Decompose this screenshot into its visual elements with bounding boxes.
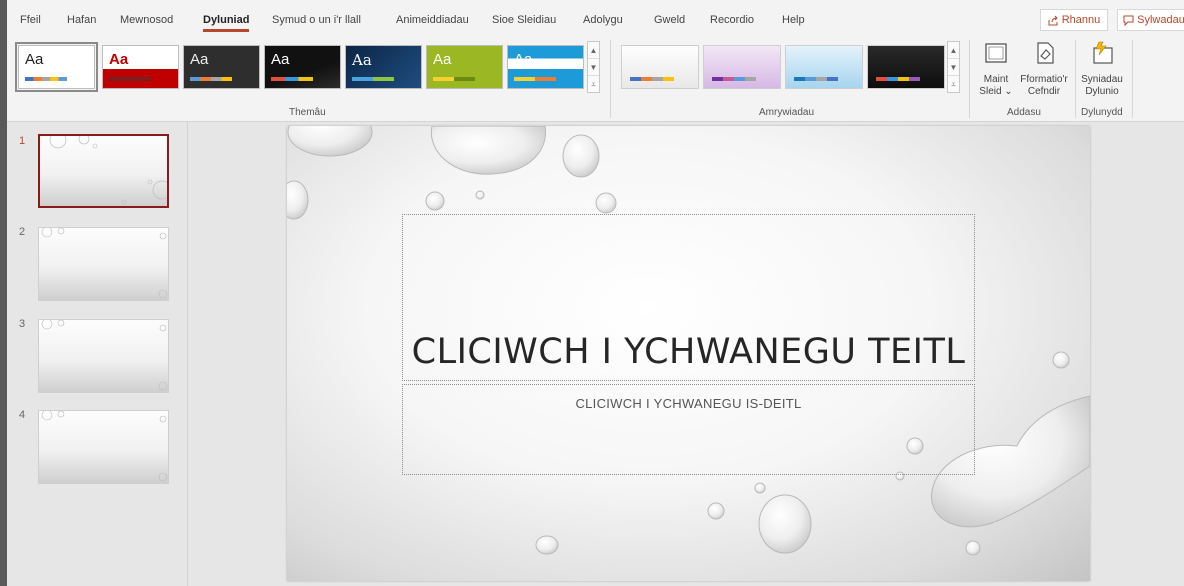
format-background-icon [1037,42,1054,64]
designer-group-label: Dylunydd [1081,107,1123,118]
share-button[interactable]: Rhannu [1040,9,1108,31]
slide-title: CLICIWCH I YCHWANEGU TEITL [411,332,966,372]
scroll-down-icon[interactable]: ▼ [948,59,959,76]
slide-thumbnails-pane: 1 2 3 4 [7,122,188,586]
slide-thumbnail-3[interactable] [38,319,169,393]
variants-group-label: Amrywiadau [759,107,815,118]
comments-button[interactable]: Sylwadau [1117,9,1184,31]
slide-thumbnail-2[interactable] [38,227,169,301]
tab-file[interactable]: Ffeil [20,14,41,26]
design-ideas-label-2: Dylunio [1085,86,1119,97]
theme-office[interactable]: Aa [15,42,98,92]
gallery-more-icon[interactable]: ⩡ [948,76,959,93]
slide-thumbnail-1[interactable] [38,134,169,208]
slide-subtitle: CLICIWCH I YCHWANEGU IS-DEITL [575,396,802,411]
tab-transitions[interactable]: Symud o un i'r llall [272,14,361,26]
variants-gallery-scroll[interactable]: ▲ ▼ ⩡ [947,41,960,93]
format-background-button[interactable]: Fformatio'r Cefndir [1016,40,1072,98]
theme-green[interactable]: Aa [426,45,503,89]
theme-red[interactable]: Aa [102,45,179,89]
variant-1[interactable] [621,45,699,89]
tab-insert[interactable]: Mewnosod [120,14,173,26]
ribbon-tabs: Ffeil Hafan Mewnosod Dyluniad Symud o un… [7,0,1184,36]
thumb-number-1: 1 [19,135,26,147]
tab-view[interactable]: Gweld [654,14,685,26]
thumb-number-3: 3 [19,318,26,330]
tab-home[interactable]: Hafan [67,14,96,26]
thumb-drops-graphic [41,320,168,391]
theme-dark-gray[interactable]: Aa [183,45,260,89]
slide-size-button[interactable]: Maint Sleid ⌄ [974,40,1018,98]
variant-3[interactable] [785,45,863,89]
gallery-more-icon[interactable]: ⩡ [588,76,599,93]
variant-2[interactable] [703,45,781,89]
slide-size-label-1: Maint [983,74,1009,85]
design-ribbon: Aa Aa Aa Aa Aa Aa Aa ▲ ▼ ⩡ Themâu ▲ ▼ ⩡ … [7,36,1184,122]
design-ideas-button[interactable]: Syniadau Dylunio [1077,40,1127,98]
comments-label: Sylwadau [1137,14,1184,26]
thumb-drops-graphic [49,136,167,205]
scroll-down-icon[interactable]: ▼ [588,59,599,76]
variant-4[interactable] [867,45,945,89]
tab-slideshow[interactable]: Sioe Sleidiau [492,14,556,26]
themes-group-label: Themâu [289,107,326,118]
format-background-label-1: Fformatio'r [1020,74,1068,85]
design-ideas-icon [1093,41,1113,64]
tab-record[interactable]: Recordio [710,14,754,26]
theme-blue[interactable]: Aa [507,45,584,89]
slide-canvas[interactable]: CLICIWCH I YCHWANEGU TEITL CLICIWCH I YC… [287,126,1090,581]
tab-design[interactable]: Dyluniad [203,14,250,32]
thumb-number-4: 4 [19,409,26,421]
thumb-number-2: 2 [19,226,26,238]
window-left-edge [0,0,7,586]
theme-navy[interactable]: Aa [345,45,422,89]
format-background-label-2: Cefndir [1027,86,1061,97]
share-icon [1048,15,1058,25]
theme-black-stripes[interactable]: Aa [264,45,341,89]
slide-thumbnail-4[interactable] [38,410,169,484]
thumb-drops-graphic [41,411,168,482]
title-placeholder[interactable]: CLICIWCH I YCHWANEGU TEITL [402,214,975,381]
scroll-up-icon[interactable]: ▲ [948,42,959,59]
comment-icon [1123,15,1134,26]
slide-size-icon [985,43,1007,63]
slide-size-label-2: Sleid ⌄ [979,86,1013,97]
subtitle-placeholder[interactable]: CLICIWCH I YCHWANEGU IS-DEITL [402,384,975,475]
tab-animations[interactable]: Animeiddiadau [396,14,469,26]
themes-gallery-scroll[interactable]: ▲ ▼ ⩡ [587,41,600,93]
customize-group-label: Addasu [1007,107,1041,118]
thumb-drops-graphic [41,228,168,299]
scroll-up-icon[interactable]: ▲ [588,42,599,59]
share-label: Rhannu [1061,14,1101,26]
tab-help[interactable]: Help [782,14,805,26]
design-ideas-label-1: Syniadau [1081,74,1123,85]
tab-review[interactable]: Adolygu [583,14,623,26]
